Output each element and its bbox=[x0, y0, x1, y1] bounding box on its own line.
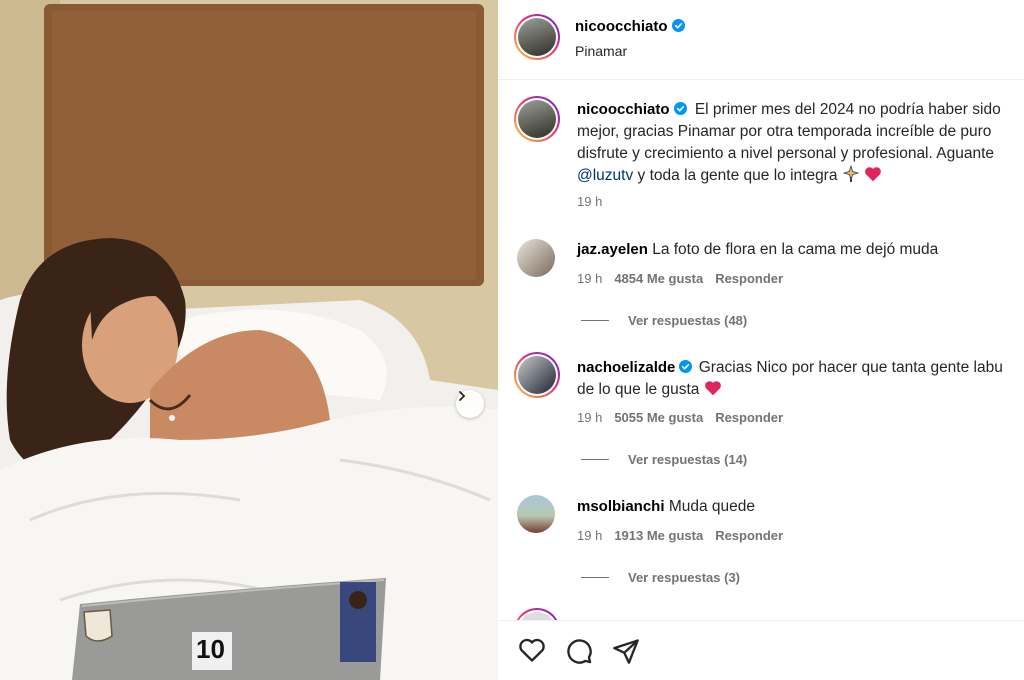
comment-time[interactable]: 19 h bbox=[577, 271, 602, 286]
reply-button[interactable]: Responder bbox=[715, 410, 783, 425]
comment-icon[interactable] bbox=[565, 637, 593, 665]
comment-time[interactable]: 19 h bbox=[577, 528, 602, 543]
post-photo: 10 bbox=[0, 0, 498, 680]
replies-divider bbox=[581, 577, 609, 578]
chevron-right-icon bbox=[459, 391, 466, 401]
caption-line: mejor, gracias Pinamar por otra temporad… bbox=[577, 123, 992, 140]
replies-divider bbox=[581, 320, 609, 321]
view-replies-label: Ver respuestas (3) bbox=[628, 570, 741, 585]
action-bar bbox=[498, 620, 1024, 680]
author-username[interactable]: nicoocchiato bbox=[575, 18, 668, 35]
comment-text: Gracias Nico por hacer que tanta gente l… bbox=[698, 359, 1003, 376]
comment-avatar[interactable] bbox=[517, 239, 555, 277]
post-header: nicoocchiato Pinamar bbox=[498, 0, 1024, 80]
caption-username[interactable]: nicoocchiato bbox=[577, 101, 670, 118]
comment-username[interactable]: jaz.ayelen bbox=[577, 241, 648, 258]
caption-line: y toda la gente que lo integra bbox=[633, 167, 842, 184]
red-heart-emoji-icon bbox=[865, 167, 881, 182]
comment-text: La foto de flora en la cama me dejó muda bbox=[652, 241, 939, 258]
caption-line: El primer mes del 2024 no podría haber s… bbox=[694, 101, 1001, 118]
author-avatar[interactable] bbox=[514, 14, 560, 60]
view-replies-button[interactable]: Ver respuestas (3) bbox=[581, 570, 740, 585]
comment-body: msolbianchi Muda quede bbox=[577, 496, 755, 518]
reply-button[interactable]: Responder bbox=[715, 528, 783, 543]
replies-divider bbox=[581, 459, 609, 460]
comment-likes[interactable]: 1913 Me gusta bbox=[614, 528, 703, 543]
comment-body: jaz.ayelen La foto de flora en la cama m… bbox=[577, 239, 938, 261]
comment-likes[interactable]: 5055 Me gusta bbox=[614, 410, 703, 425]
reply-button[interactable]: Responder bbox=[715, 271, 783, 286]
post-caption: nicoocchiato El primer mes del 2024 no p… bbox=[577, 99, 1022, 187]
caption-time[interactable]: 19 h bbox=[577, 194, 602, 209]
heart-icon[interactable] bbox=[518, 637, 546, 663]
verified-badge-icon bbox=[673, 102, 687, 115]
mention-link[interactable]: @luzutv bbox=[577, 167, 633, 184]
post-location[interactable]: Pinamar bbox=[575, 43, 627, 59]
comment-body: nachoelizalde Gracias Nico por hacer que… bbox=[577, 357, 1003, 401]
sparkle-emoji-icon bbox=[842, 164, 860, 182]
verified-badge-icon bbox=[671, 19, 685, 32]
view-replies-button[interactable]: Ver respuestas (48) bbox=[581, 313, 747, 328]
next-comment-avatar[interactable] bbox=[514, 608, 560, 620]
comment-text: Muda quede bbox=[668, 498, 756, 515]
photo-illustration bbox=[0, 0, 498, 680]
comment-username[interactable]: msolbianchi bbox=[577, 498, 665, 515]
post-detail-panel: nicoocchiato Pinamar nicoocchiato El pri… bbox=[498, 0, 1024, 680]
view-replies-label: Ver respuestas (48) bbox=[628, 313, 748, 328]
comment-likes[interactable]: 4854 Me gusta bbox=[614, 271, 703, 286]
verified-badge-icon bbox=[679, 360, 693, 373]
view-replies-button[interactable]: Ver respuestas (14) bbox=[581, 452, 747, 467]
caption-avatar[interactable] bbox=[514, 96, 560, 142]
next-photo-button[interactable] bbox=[456, 390, 484, 418]
comment-avatar[interactable] bbox=[514, 352, 560, 398]
laptop-sticker-number: 10 bbox=[196, 634, 225, 664]
comment-text: de lo que le gusta bbox=[577, 381, 700, 398]
comment-time[interactable]: 19 h bbox=[577, 410, 602, 425]
view-replies-label: Ver respuestas (14) bbox=[628, 452, 748, 467]
comment-avatar[interactable] bbox=[517, 495, 555, 533]
red-heart-emoji-icon bbox=[704, 381, 721, 396]
caption-line: disfrute y crecimiento a nivel personal … bbox=[577, 145, 995, 162]
share-icon[interactable] bbox=[612, 637, 640, 665]
comment-username[interactable]: nachoelizalde bbox=[577, 359, 675, 376]
